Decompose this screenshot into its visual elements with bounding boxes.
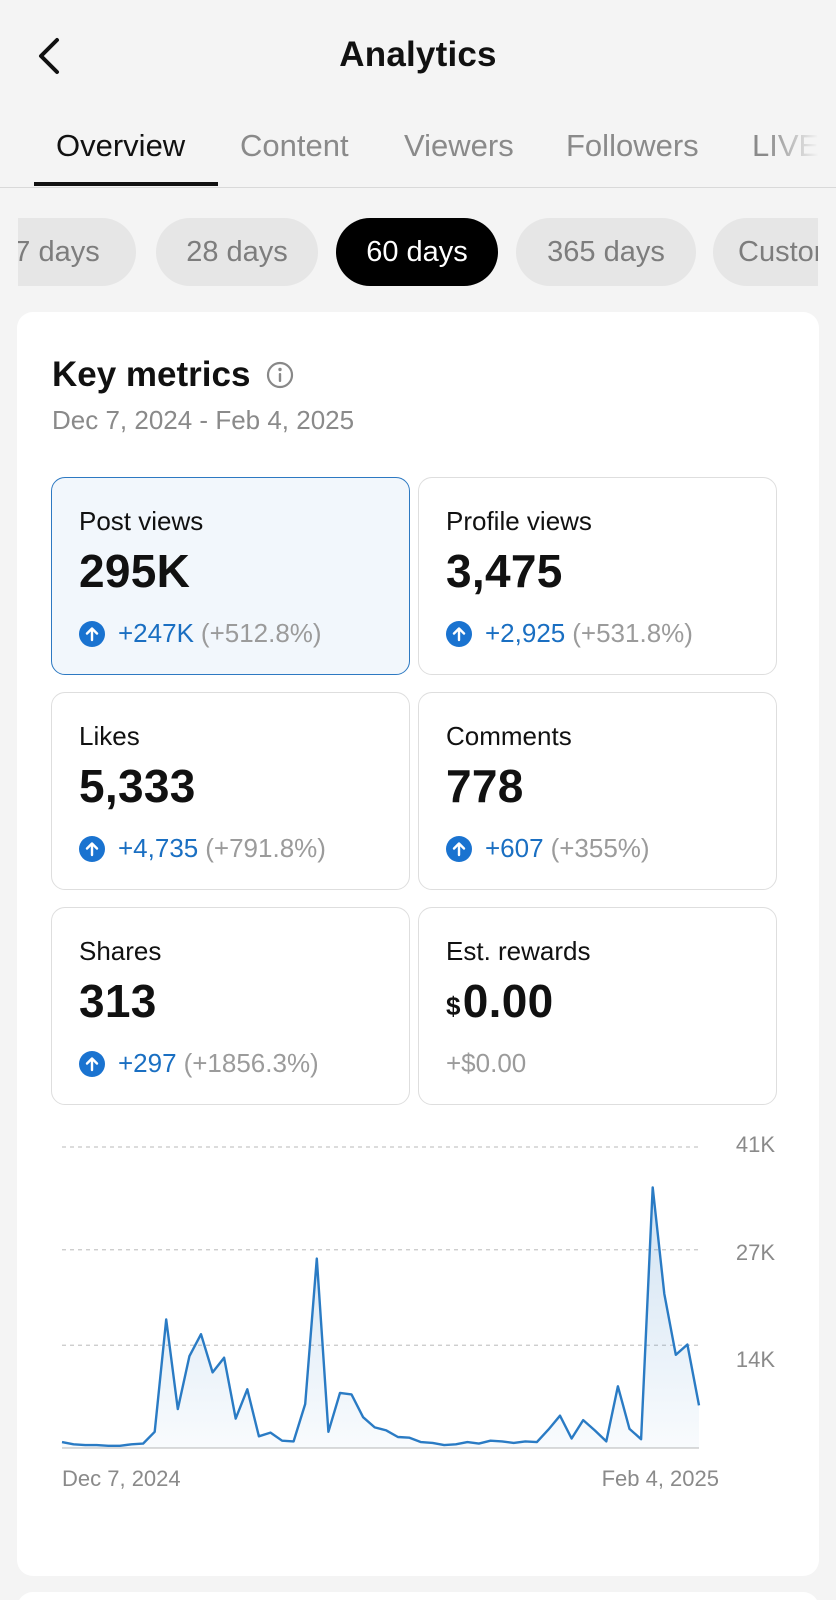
metric-value: 295K (79, 545, 191, 597)
arrow-up-icon (79, 620, 105, 647)
metric-delta: +2,925 (485, 618, 566, 648)
metric-profile-views[interactable]: Profile views 3,475 +2,925 (+531.8%) (418, 477, 777, 675)
metric-label: Shares (79, 936, 162, 966)
tabs-fade (766, 110, 836, 187)
range-7-days[interactable]: 7 days (18, 218, 136, 286)
y-tick-label: 41K (735, 1132, 775, 1157)
date-range-selector: 7 days 28 days 60 days 365 days Custom (18, 218, 818, 286)
metric-est-rewards[interactable]: Est. rewards $0.00 +$0.00 (418, 907, 777, 1105)
metric-change: +297 (+1856.3%) (79, 1048, 319, 1079)
metric-comments[interactable]: Comments 778 +607 (+355%) (418, 692, 777, 890)
metric-delta: +607 (485, 833, 544, 863)
tab-overview[interactable]: Overview (56, 128, 185, 164)
arrow-up-icon (446, 620, 472, 647)
metric-delta: +4,735 (118, 833, 199, 863)
post-views-chart[interactable]: 41K 27K 14K Dec 7, 2024 Feb 4, 2025 (17, 1132, 819, 1552)
page-title: Analytics (339, 34, 497, 74)
tab-followers[interactable]: Followers (566, 128, 699, 164)
metric-label: Profile views (446, 506, 592, 536)
range-60-days[interactable]: 60 days (336, 218, 498, 286)
metric-value: 5,333 (79, 760, 196, 812)
active-tab-indicator (34, 182, 218, 186)
metric-likes[interactable]: Likes 5,333 +4,735 (+791.8%) (51, 692, 410, 890)
currency-symbol: $ (446, 991, 461, 1021)
tab-bar: Overview Content Viewers Followers LIVE (0, 110, 836, 188)
metric-percent: (+512.8%) (200, 618, 322, 648)
metric-percent: (+531.8%) (572, 618, 693, 648)
metric-change: +4,735 (+791.8%) (79, 833, 326, 864)
info-icon[interactable] (265, 360, 295, 390)
metric-shares[interactable]: Shares 313 +297 (+1856.3%) (51, 907, 410, 1105)
y-tick-label: 14K (735, 1347, 775, 1372)
y-tick-label: 27K (735, 1240, 775, 1265)
metric-percent: (+791.8%) (205, 833, 326, 863)
metric-change: +2,925 (+531.8%) (446, 618, 693, 649)
key-metrics-card: Key metrics Dec 7, 2024 - Feb 4, 2025 Po… (17, 312, 819, 1576)
metric-label: Est. rewards (446, 936, 591, 966)
tab-viewers[interactable]: Viewers (404, 128, 514, 164)
arrow-up-icon (79, 1050, 105, 1077)
metric-post-views[interactable]: Post views 295K +247K (+512.8%) (51, 477, 410, 675)
metric-label: Likes (79, 721, 140, 751)
tab-content[interactable]: Content (240, 128, 349, 164)
arrow-up-icon (79, 835, 105, 862)
metric-percent: (+1856.3%) (183, 1048, 319, 1078)
metric-label: Post views (79, 506, 204, 536)
metric-label: Comments (446, 721, 572, 751)
next-card (17, 1592, 819, 1600)
metric-delta: +$0.00 (446, 1048, 527, 1078)
range-28-days[interactable]: 28 days (156, 218, 318, 286)
arrow-up-icon (446, 835, 472, 862)
metric-amount: 0.00 (462, 975, 554, 1027)
metric-value: 313 (79, 975, 157, 1027)
date-range-label: Dec 7, 2024 - Feb 4, 2025 (52, 405, 355, 435)
metric-delta: +247K (118, 618, 194, 648)
range-365-days[interactable]: 365 days (516, 218, 696, 286)
metric-change: +607 (+355%) (446, 833, 650, 864)
metric-value: $0.00 (446, 974, 554, 1028)
metric-delta: +297 (118, 1048, 177, 1078)
metric-percent: (+355%) (550, 833, 650, 863)
chevron-left-icon (39, 38, 59, 74)
back-button[interactable] (30, 34, 70, 78)
x-tick-label: Dec 7, 2024 (62, 1466, 181, 1491)
metric-change: +$0.00 (446, 1048, 526, 1079)
key-metrics-title: Key metrics (52, 355, 251, 394)
metric-value: 778 (446, 760, 524, 812)
metric-value: 3,475 (446, 545, 563, 597)
top-bar: Analytics (0, 0, 836, 110)
metric-change: +247K (+512.8%) (79, 618, 322, 649)
x-tick-label: Feb 4, 2025 (601, 1466, 719, 1491)
chart-line (61, 1186, 701, 1447)
range-custom[interactable]: Custom (713, 218, 818, 286)
